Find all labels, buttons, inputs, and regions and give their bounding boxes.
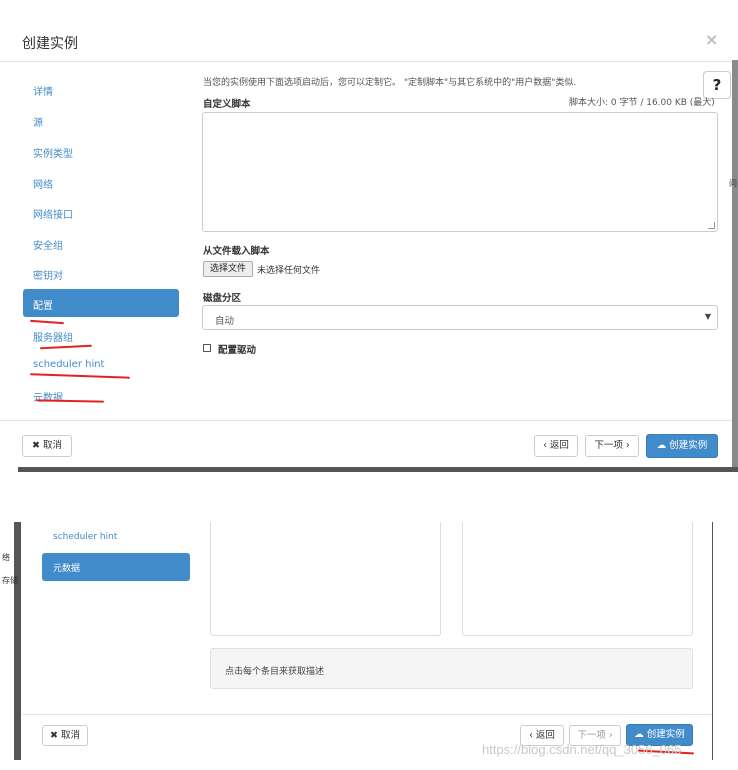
backdrop-edge bbox=[14, 522, 21, 760]
background-fragment: 络 bbox=[2, 553, 10, 562]
choose-file-button[interactable]: 选择文件 bbox=[203, 261, 253, 277]
modal-header: 创建实例 × bbox=[0, 0, 738, 62]
sidebar-item-keypair[interactable]: 密钥对 bbox=[33, 267, 63, 282]
background-fragment: 存储 bbox=[2, 576, 18, 585]
disk-partition-select[interactable]: 自动 ▼ bbox=[202, 305, 718, 330]
create-instance-modal: 创建实例 × 详情 源 实例类型 网络 网络接口 安全组 密钥对 配置 服务器组… bbox=[0, 0, 738, 472]
cloud-upload-icon: ☁ bbox=[634, 729, 644, 740]
create-instance-label: 创建实例 bbox=[646, 729, 685, 740]
sidebar-item-networks[interactable]: 网络 bbox=[33, 176, 53, 191]
custom-script-label: 自定义脚本 bbox=[203, 99, 251, 110]
annotation-underline bbox=[29, 319, 65, 325]
disk-partition-label: 磁盘分区 bbox=[203, 293, 242, 304]
create-instance-button[interactable]: ☁ 创建实例 bbox=[646, 434, 718, 458]
metadata-description-bar: 点击每个条目来获取描述 bbox=[210, 648, 693, 689]
cancel-button[interactable]: ✖ 取消 bbox=[42, 725, 88, 746]
sidebar-item-scheduler-hint[interactable]: scheduler hint bbox=[33, 359, 104, 370]
available-metadata-panel bbox=[210, 522, 441, 636]
back-button[interactable]: ‹ 返回 bbox=[534, 435, 578, 457]
sidebar-item-scheduler-hint[interactable]: scheduler hint bbox=[53, 532, 117, 542]
sidebar-item-source[interactable]: 源 bbox=[33, 114, 43, 129]
create-instance-label: 创建实例 bbox=[669, 440, 708, 451]
modal-footer: ✖ 取消 ‹ 返回 下一项 › ☁ 创建实例 bbox=[0, 420, 738, 472]
sidebar-item-network-ports[interactable]: 网络接口 bbox=[33, 206, 73, 221]
close-icon[interactable]: × bbox=[705, 30, 718, 49]
footer-divider bbox=[22, 714, 712, 715]
script-size-text: 脚本大小: 0 字节 / 16.00 KB (最大) bbox=[569, 98, 715, 108]
no-file-text: 未选择任何文件 bbox=[257, 266, 321, 276]
annotation-underline bbox=[29, 373, 131, 379]
cloud-upload-icon: ☁ bbox=[656, 440, 667, 451]
next-button[interactable]: 下一项 › bbox=[585, 435, 639, 457]
config-drive-checkbox[interactable] bbox=[203, 344, 211, 352]
backdrop-edge bbox=[18, 467, 738, 472]
cancel-button[interactable]: ✖ 取消 bbox=[22, 435, 72, 457]
sidebar-item-metadata[interactable]: 元数据 bbox=[42, 553, 190, 581]
watermark: https://blog.csdn.net/qq_3056_065 bbox=[482, 742, 682, 757]
caret-down-icon: ▼ bbox=[704, 312, 711, 321]
modal-title: 创建实例 bbox=[22, 36, 78, 52]
annotation-underline bbox=[39, 344, 93, 350]
existing-metadata-panel bbox=[462, 522, 693, 636]
configuration-description: 当您的实例使用下面选项启动后，您可以定制它。 "定制脚本"与其它系统中的"用户数… bbox=[203, 78, 577, 88]
sidebar-item-details[interactable]: 详情 bbox=[33, 83, 53, 98]
background-fragment: 问 bbox=[729, 179, 737, 188]
load-from-file-label: 从文件载入脚本 bbox=[203, 246, 270, 257]
custom-script-textarea[interactable] bbox=[202, 112, 718, 232]
sidebar-item-server-groups[interactable]: 服务器组 bbox=[33, 329, 73, 344]
backdrop-edge bbox=[732, 60, 738, 472]
resize-grip-icon[interactable] bbox=[708, 222, 715, 229]
config-drive-label: 配置驱动 bbox=[218, 345, 257, 356]
sidebar-item-configuration[interactable]: 配置 bbox=[23, 289, 179, 317]
disk-partition-value: 自动 bbox=[215, 316, 235, 327]
sidebar-item-security-groups[interactable]: 安全组 bbox=[33, 237, 63, 252]
sidebar-item-flavor[interactable]: 实例类型 bbox=[33, 145, 73, 160]
